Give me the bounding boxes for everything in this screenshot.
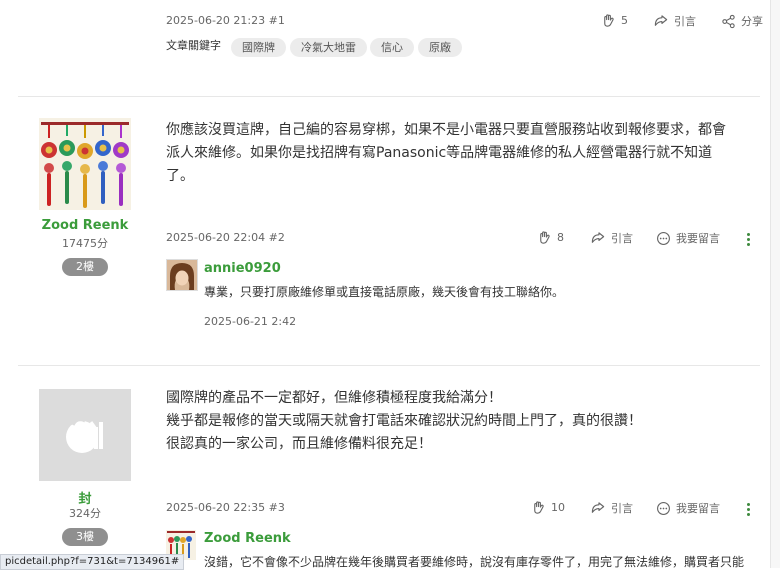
reply-text: 沒錯，它不會像不少品牌在幾年後購買者要維修時，說沒有庫存零件了，用完了無法維修，… bbox=[204, 555, 745, 569]
quote-label: 引言 bbox=[611, 502, 633, 515]
quote-label: 引言 bbox=[611, 232, 633, 245]
clap-icon bbox=[531, 500, 546, 515]
quote-icon bbox=[590, 231, 606, 246]
post-content-line: 很認真的一家公司，而且維修備料很充足！ bbox=[166, 436, 432, 452]
tag-item[interactable]: 冷氣大地雷 bbox=[290, 38, 367, 57]
like-button[interactable]: 5 bbox=[601, 13, 628, 28]
tag-item[interactable]: 原廠 bbox=[418, 38, 462, 57]
post-meta: 2025-06-20 22:04 #2 bbox=[166, 231, 285, 244]
quote-button[interactable]: 引言 bbox=[653, 13, 696, 29]
reply-avatar[interactable] bbox=[166, 259, 198, 291]
like-button[interactable]: 8 bbox=[537, 230, 564, 245]
tag-item[interactable]: 國際牌 bbox=[231, 38, 286, 57]
quote-icon bbox=[653, 14, 669, 29]
quote-icon bbox=[590, 501, 606, 516]
share-button[interactable]: 分享 bbox=[721, 13, 763, 29]
more-options-icon[interactable] bbox=[747, 503, 751, 518]
share-label: 分享 bbox=[741, 15, 763, 28]
left-margin bbox=[0, 0, 10, 568]
quote-button[interactable]: 引言 bbox=[590, 230, 633, 246]
tag-item[interactable]: 信心 bbox=[370, 38, 414, 57]
floor-badge: 2樓 bbox=[62, 258, 108, 276]
post-divider bbox=[18, 96, 760, 97]
author-score: 17475分 bbox=[62, 237, 108, 250]
post-content-line: 了。 bbox=[166, 168, 194, 184]
comment-label: 我要留言 bbox=[676, 502, 720, 515]
post-content-line: 派人來維修。如果你是找招牌有寫Panasonic等品牌電器維修的私人經營電器行就… bbox=[166, 145, 713, 161]
reply-author[interactable]: annie0920 bbox=[204, 261, 281, 276]
quote-label: 引言 bbox=[674, 15, 696, 28]
tags-label: 文章關鍵字 bbox=[166, 39, 221, 52]
comment-icon bbox=[656, 231, 671, 246]
reply-time: 2025-06-21 2:42 bbox=[204, 315, 297, 328]
comment-button[interactable]: 我要留言 bbox=[656, 230, 720, 246]
avatar[interactable] bbox=[39, 118, 131, 210]
post-content-line: 你應該沒買這牌，自己編的容易穿梆，如果不是小電器只要直營服務站收到報修要求，都會 bbox=[166, 122, 726, 138]
scrollbar-track[interactable] bbox=[770, 0, 780, 568]
post-meta: 2025-06-20 22:35 #3 bbox=[166, 501, 285, 514]
like-count: 5 bbox=[621, 14, 628, 27]
post-content-line: 國際牌的產品不一定都好，但維修積極程度我給滿分！ bbox=[166, 390, 502, 406]
like-count: 8 bbox=[557, 231, 564, 244]
post-content: 你應該沒買這牌，自己編的容易穿梆，如果不是小電器只要直營服務站收到報修要求，都會… bbox=[166, 119, 726, 188]
clap-icon bbox=[537, 230, 552, 245]
reply-author[interactable]: Zood Reenk bbox=[204, 531, 291, 546]
floor-badge: 3樓 bbox=[62, 528, 108, 546]
post-content-line: 幾乎都是報修的當天或隔天就會打電話來確認狀況約時間上門了，真的很讚！ bbox=[166, 413, 642, 429]
avatar[interactable] bbox=[39, 389, 131, 481]
author-score: 324分 bbox=[69, 507, 101, 520]
more-options-icon[interactable] bbox=[747, 233, 751, 248]
like-count: 10 bbox=[551, 501, 565, 514]
share-icon bbox=[721, 14, 736, 29]
post-meta: 2025-06-20 21:23 #1 bbox=[166, 14, 285, 27]
author-name[interactable]: Zood Reenk bbox=[25, 218, 145, 233]
like-button[interactable]: 10 bbox=[531, 500, 565, 515]
comment-icon bbox=[656, 501, 671, 516]
comment-label: 我要留言 bbox=[676, 232, 720, 245]
post-content: 國際牌的產品不一定都好，但維修積極程度我給滿分！ 幾乎都是報修的當天或隔天就會打… bbox=[166, 387, 642, 456]
clap-icon bbox=[601, 13, 616, 28]
quote-button[interactable]: 引言 bbox=[590, 500, 633, 516]
comment-button[interactable]: 我要留言 bbox=[656, 500, 720, 516]
reply-text: 專業，只要打原廠維修單或直接電話原廠，幾天後會有技工聯絡你。 bbox=[204, 285, 565, 299]
post-divider bbox=[18, 365, 760, 366]
